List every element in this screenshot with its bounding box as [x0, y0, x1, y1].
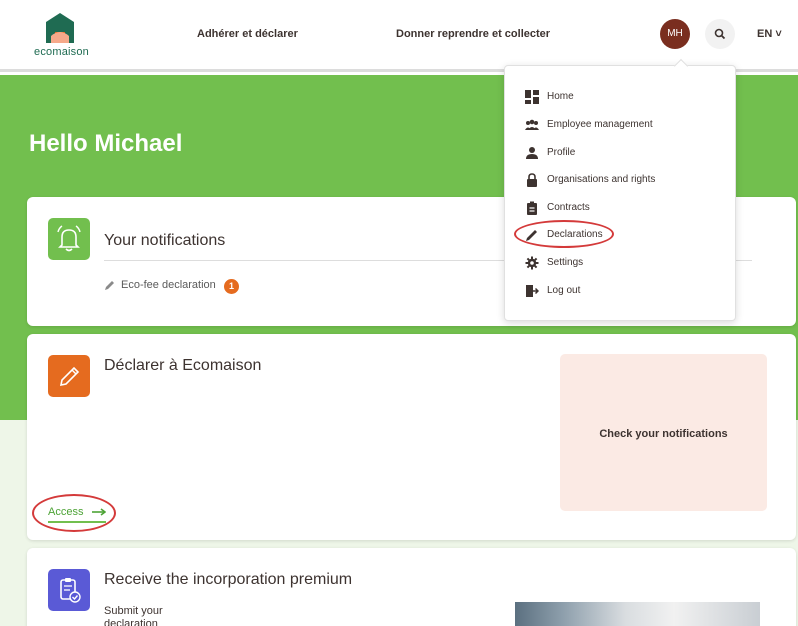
logo-wordmark: ecomaison	[34, 46, 89, 58]
nav-adherer-declarer[interactable]: Adhérer et déclarer	[197, 28, 298, 40]
pencil-icon	[105, 280, 114, 290]
premium-text-line1: Submit your	[104, 605, 163, 617]
notifications-icon-box	[48, 218, 90, 260]
check-notifications-panel[interactable]: Check your notifications	[560, 354, 767, 511]
menu-item-log-out[interactable]: Log out	[525, 283, 725, 299]
menu-item-settings[interactable]: Settings	[525, 255, 725, 271]
greeting-title: Hello Michael	[29, 130, 183, 157]
menu-label-settings: Settings	[547, 257, 584, 268]
language-selector[interactable]: EN ˅	[757, 28, 782, 40]
premium-description: Submit your declaration	[104, 605, 163, 626]
clipboard-icon	[527, 201, 537, 215]
bell-icon	[57, 225, 81, 252]
gear-icon	[525, 256, 539, 270]
menu-label-contracts: Contracts	[547, 202, 590, 213]
premium-title: Receive the incorporation premium	[104, 571, 353, 588]
menu-item-profile[interactable]: Profile	[525, 145, 725, 161]
user-icon	[526, 147, 538, 159]
menu-label-profile: Profile	[547, 147, 576, 158]
declarations-highlight-oval	[514, 220, 614, 248]
nav-donner-reprendre[interactable]: Donner reprendre et collecter	[396, 28, 550, 40]
eco-fee-notification[interactable]: Eco-fee declaration	[104, 279, 216, 291]
logout-icon	[526, 285, 539, 297]
eco-fee-label: Eco-fee declaration	[121, 279, 216, 291]
menu-label-home: Home	[547, 91, 574, 102]
declare-title: Déclarer à Ecomaison	[104, 357, 262, 374]
clipboard-check-icon	[60, 578, 81, 603]
menu-label-log-out: Log out	[547, 285, 581, 296]
menu-item-home[interactable]: Home	[525, 89, 725, 105]
menu-item-contracts[interactable]: Contracts	[525, 200, 725, 216]
search-icon	[714, 28, 726, 40]
house-logo-icon	[46, 13, 74, 43]
ecomaison-logo[interactable]: ecomaison	[34, 12, 90, 62]
menu-label-employee-management: Employee management	[547, 119, 653, 130]
premium-text-line2: declaration	[104, 618, 158, 626]
notifications-title: Your notifications	[104, 232, 226, 249]
grid-icon	[525, 90, 539, 104]
pencil-icon	[59, 366, 80, 387]
menu-item-organisations-rights[interactable]: Organisations and rights	[525, 172, 725, 188]
menu-item-employee-management[interactable]: Employee management	[525, 117, 725, 133]
user-avatar[interactable]: MH	[660, 19, 690, 49]
search-button[interactable]	[705, 19, 735, 49]
mattress-photo	[515, 602, 760, 626]
users-icon	[525, 119, 539, 130]
user-dropdown-menu: Home Employee management Profile Organis…	[504, 65, 736, 321]
lock-icon	[527, 173, 537, 187]
declare-icon-box	[48, 355, 90, 397]
check-notifications-label: Check your notifications	[599, 428, 728, 440]
notification-count-badge: 1	[224, 279, 239, 294]
premium-icon-box	[48, 569, 90, 611]
access-highlight-oval	[32, 494, 116, 532]
menu-label-organisations-rights: Organisations and rights	[547, 174, 656, 185]
